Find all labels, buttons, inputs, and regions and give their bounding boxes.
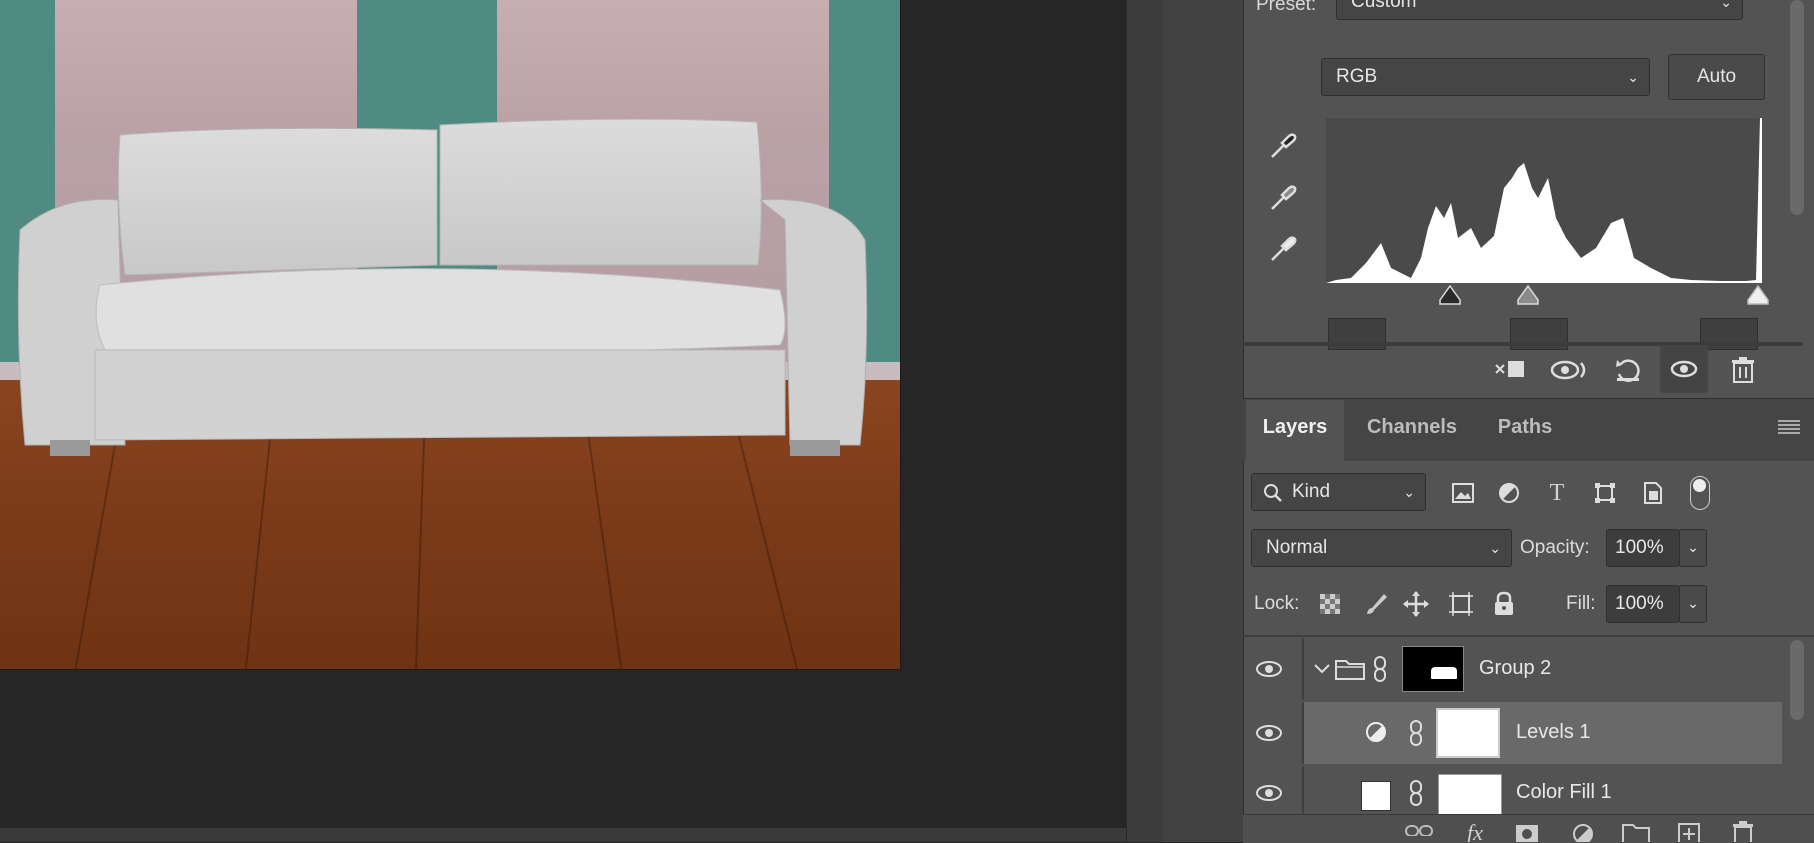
eye-icon[interactable] [1252,656,1286,682]
horizontal-scrollbar[interactable] [0,828,1126,842]
layer-mask-thumbnail[interactable] [1436,708,1500,758]
channel-dropdown[interactable]: RGB ⌄ [1321,58,1650,96]
layer-name[interactable]: Group 2 [1479,657,1551,680]
layer-row-levels-1[interactable]: Levels 1 [1246,702,1782,764]
filter-pixel-layers-icon[interactable] [1448,478,1478,508]
midtone-slider[interactable] [1516,284,1540,306]
lock-position-icon[interactable] [1402,590,1430,618]
view-previous-state-icon[interactable] [1547,352,1591,388]
panel-menu-icon[interactable] [1774,412,1804,442]
black-point-slider[interactable] [1438,284,1462,306]
fill-dropdown-button[interactable]: ⌄ [1679,585,1707,623]
chevron-down-icon: ⌄ [1403,484,1415,500]
layer-row-group-2[interactable]: Group 2 [1246,638,1782,700]
lock-all-icon[interactable] [1490,590,1518,618]
eye-icon[interactable] [1252,780,1286,806]
opacity-dropdown-button[interactable]: ⌄ [1679,529,1707,567]
eye-icon [1660,345,1708,393]
search-icon [1262,482,1284,504]
filter-smart-objects-icon[interactable] [1638,478,1668,508]
chevron-down-icon: ⌄ [1720,0,1732,10]
fill-color-swatch[interactable] [1361,781,1391,811]
row-separator [1302,638,1304,700]
eyedropper-gray-icon[interactable] [1265,180,1301,216]
opacity-label: Opacity: [1520,537,1590,558]
filter-adjustment-layers-icon[interactable] [1494,478,1524,508]
lock-transparent-pixels-icon[interactable] [1316,590,1344,618]
filter-kind-dropdown[interactable]: Kind ⌄ [1251,473,1426,511]
panel-divider[interactable] [1126,0,1164,842]
eyedropper-black-icon[interactable] [1265,128,1301,164]
preset-dropdown[interactable]: Custom ⌄ [1336,0,1743,20]
new-layer-icon[interactable] [1674,822,1704,842]
filter-kind-value: Kind [1292,481,1331,502]
new-group-icon[interactable] [1620,822,1652,842]
layer-name[interactable]: Color Fill 1 [1516,781,1612,804]
document-canvas[interactable] [0,0,900,669]
link-icon[interactable] [1406,778,1426,808]
preset-value: Custom [1351,0,1417,12]
properties-separator [1243,342,1803,346]
toggle-knob [1693,479,1706,492]
link-icon[interactable] [1370,654,1390,684]
white-point-slider[interactable] [1746,284,1770,306]
filter-shape-layers-icon[interactable] [1590,478,1620,508]
auto-button[interactable]: Auto [1668,54,1765,100]
delete-layer-icon[interactable] [1728,820,1758,842]
layers-scrollbar[interactable] [1790,640,1804,720]
blend-mode-dropdown[interactable]: Normal ⌄ [1251,529,1512,567]
lock-artboard-icon[interactable] [1447,590,1475,618]
properties-scrollbar[interactable] [1790,0,1804,215]
row-separator [1302,766,1304,814]
toggle-visibility-button[interactable] [1660,345,1708,393]
chevron-down-icon: ⌄ [1627,69,1639,85]
lock-label: Lock: [1254,593,1300,614]
chevron-down-icon: ⌄ [1489,540,1501,556]
layer-mask-thumbnail[interactable] [1438,774,1502,814]
canvas-area[interactable] [0,0,1126,842]
panel-dock-gap [1163,0,1243,842]
filter-toggle-switch[interactable] [1690,476,1710,510]
new-adjustment-layer-icon[interactable] [1568,822,1598,842]
channel-value: RGB [1336,66,1378,87]
tab-channels[interactable]: Channels [1352,400,1472,460]
tab-layers[interactable]: Layers [1246,400,1344,462]
lock-image-pixels-icon[interactable] [1362,590,1390,618]
clip-to-layer-icon[interactable] [1490,352,1530,388]
tab-paths[interactable]: Paths [1480,400,1570,460]
filter-type-layers-icon[interactable]: T [1542,478,1572,508]
link-layers-icon[interactable] [1402,822,1436,842]
layer-effects-icon[interactable]: fx [1458,820,1492,842]
layers-list-separator [1243,635,1814,637]
adjustment-layer-icon [1362,718,1390,746]
preset-label: Preset: [1256,0,1317,15]
add-mask-icon[interactable] [1512,822,1542,842]
layer-row-color-fill-1[interactable]: Color Fill 1 [1246,766,1782,814]
folder-icon [1334,656,1366,682]
reset-icon[interactable] [1608,352,1648,388]
histogram [1326,118,1762,283]
opacity-input[interactable] [1606,529,1680,567]
trash-icon[interactable] [1725,352,1761,388]
fill-label: Fill: [1566,593,1596,614]
sofa-image [17,118,868,456]
mask-shape [1431,667,1457,679]
row-separator [1302,702,1304,764]
fill-input[interactable] [1606,585,1680,623]
chevron-down-icon[interactable] [1312,658,1332,680]
layer-mask-thumbnail[interactable] [1402,646,1464,692]
eye-icon[interactable] [1252,720,1286,746]
link-icon[interactable] [1406,718,1426,748]
layer-name[interactable]: Levels 1 [1516,721,1591,744]
eyedropper-white-icon[interactable] [1265,231,1301,267]
blend-mode-value: Normal [1266,537,1328,558]
